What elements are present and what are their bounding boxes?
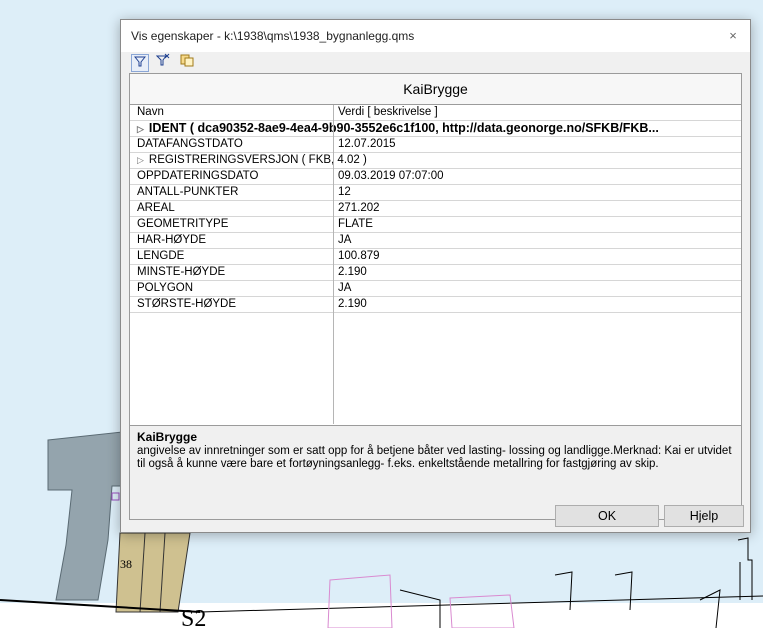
table-row[interactable]: GEOMETRITYPE FLATE	[130, 217, 741, 233]
property-value: 100.879	[338, 250, 380, 262]
ident-text: ▷ IDENT ( dca90352-8ae9-4ea4-9b90-3552e6c…	[137, 121, 659, 135]
property-value: 2.190	[338, 266, 367, 278]
filter-clear-icon[interactable]	[154, 53, 172, 71]
filter-icon[interactable]	[131, 54, 149, 72]
property-name: DATAFANGSTDATO	[137, 138, 243, 150]
properties-dialog: Vis egenskaper - k:\1938\qms\1938_bygnan…	[120, 19, 751, 533]
map-label-number: 38	[120, 557, 132, 571]
property-value: 12.07.2015	[338, 138, 396, 150]
expand-arrow-icon[interactable]: ▷	[137, 155, 144, 165]
ident-row[interactable]: ▷ IDENT ( dca90352-8ae9-4ea4-9b90-3552e6c…	[130, 121, 741, 137]
table-row[interactable]: DATAFANGSTDATO 12.07.2015	[130, 137, 741, 153]
column-header-value: Verdi [ beskrivelse ]	[338, 106, 438, 118]
properties-grid[interactable]: Navn Verdi [ beskrivelse ] ▷ IDENT ( dca9…	[130, 105, 741, 424]
property-value: 2.190	[338, 298, 367, 310]
pier-polygon	[115, 532, 191, 613]
property-name: LENGDE	[137, 250, 185, 262]
property-value: 12	[338, 186, 351, 198]
property-name: HAR-HØYDE	[137, 234, 207, 246]
properties-panel: KaiBrygge Navn Verdi [ beskrivelse ] ▷ ID…	[129, 73, 742, 520]
property-value: 09.03.2019 07:07:00	[338, 170, 444, 182]
dialog-title: Vis egenskaper - k:\1938\qms\1938_bygnan…	[131, 29, 415, 43]
close-icon[interactable]: ×	[722, 26, 744, 46]
ok-button[interactable]: OK	[555, 505, 659, 527]
description-text: angivelse av innretninger som er satt op…	[137, 445, 732, 470]
description-title: KaiBrygge	[137, 430, 198, 444]
version-row[interactable]: ▷ REGISTRERINGSVERSJON ( FKB, 4.02 )	[130, 153, 741, 169]
column-header-row: Navn Verdi [ beskrivelse ]	[130, 105, 741, 121]
property-value: JA	[338, 282, 352, 294]
table-row[interactable]: LENGDE 100.879	[130, 249, 741, 265]
object-type-title: KaiBrygge	[130, 74, 741, 105]
property-value: 271.202	[338, 202, 380, 214]
table-row[interactable]: POLYGON JA	[130, 281, 741, 297]
property-name: POLYGON	[137, 282, 194, 294]
table-row[interactable]: HAR-HØYDE JA	[130, 233, 741, 249]
property-name: OPPDATERINGSDATO	[137, 170, 259, 182]
dialog-toolbar	[131, 53, 198, 72]
column-divider[interactable]	[333, 105, 334, 424]
table-row[interactable]: OPPDATERINGSDATO 09.03.2019 07:07:00	[130, 169, 741, 185]
help-button[interactable]: Hjelp	[664, 505, 744, 527]
property-name: AREAL	[137, 202, 175, 214]
table-row[interactable]: STØRSTE-HØYDE 2.190	[130, 297, 741, 313]
copy-icon[interactable]	[178, 53, 196, 71]
property-name: STØRSTE-HØYDE	[137, 298, 237, 310]
column-header-name: Navn	[137, 106, 164, 118]
property-name: GEOMETRITYPE	[137, 218, 229, 230]
expand-arrow-icon[interactable]: ▷	[137, 124, 144, 134]
table-row[interactable]: AREAL 271.202	[130, 201, 741, 217]
property-name: ANTALL-PUNKTER	[137, 186, 239, 198]
property-value: JA	[338, 234, 352, 246]
property-value: FLATE	[338, 218, 373, 230]
map-label-sheet: S2	[181, 606, 207, 632]
dialog-titlebar[interactable]: Vis egenskaper - k:\1938\qms\1938_bygnan…	[121, 20, 750, 52]
property-name: MINSTE-HØYDE	[137, 266, 226, 278]
table-row[interactable]: ANTALL-PUNKTER 12	[130, 185, 741, 201]
table-row[interactable]: MINSTE-HØYDE 2.190	[130, 265, 741, 281]
